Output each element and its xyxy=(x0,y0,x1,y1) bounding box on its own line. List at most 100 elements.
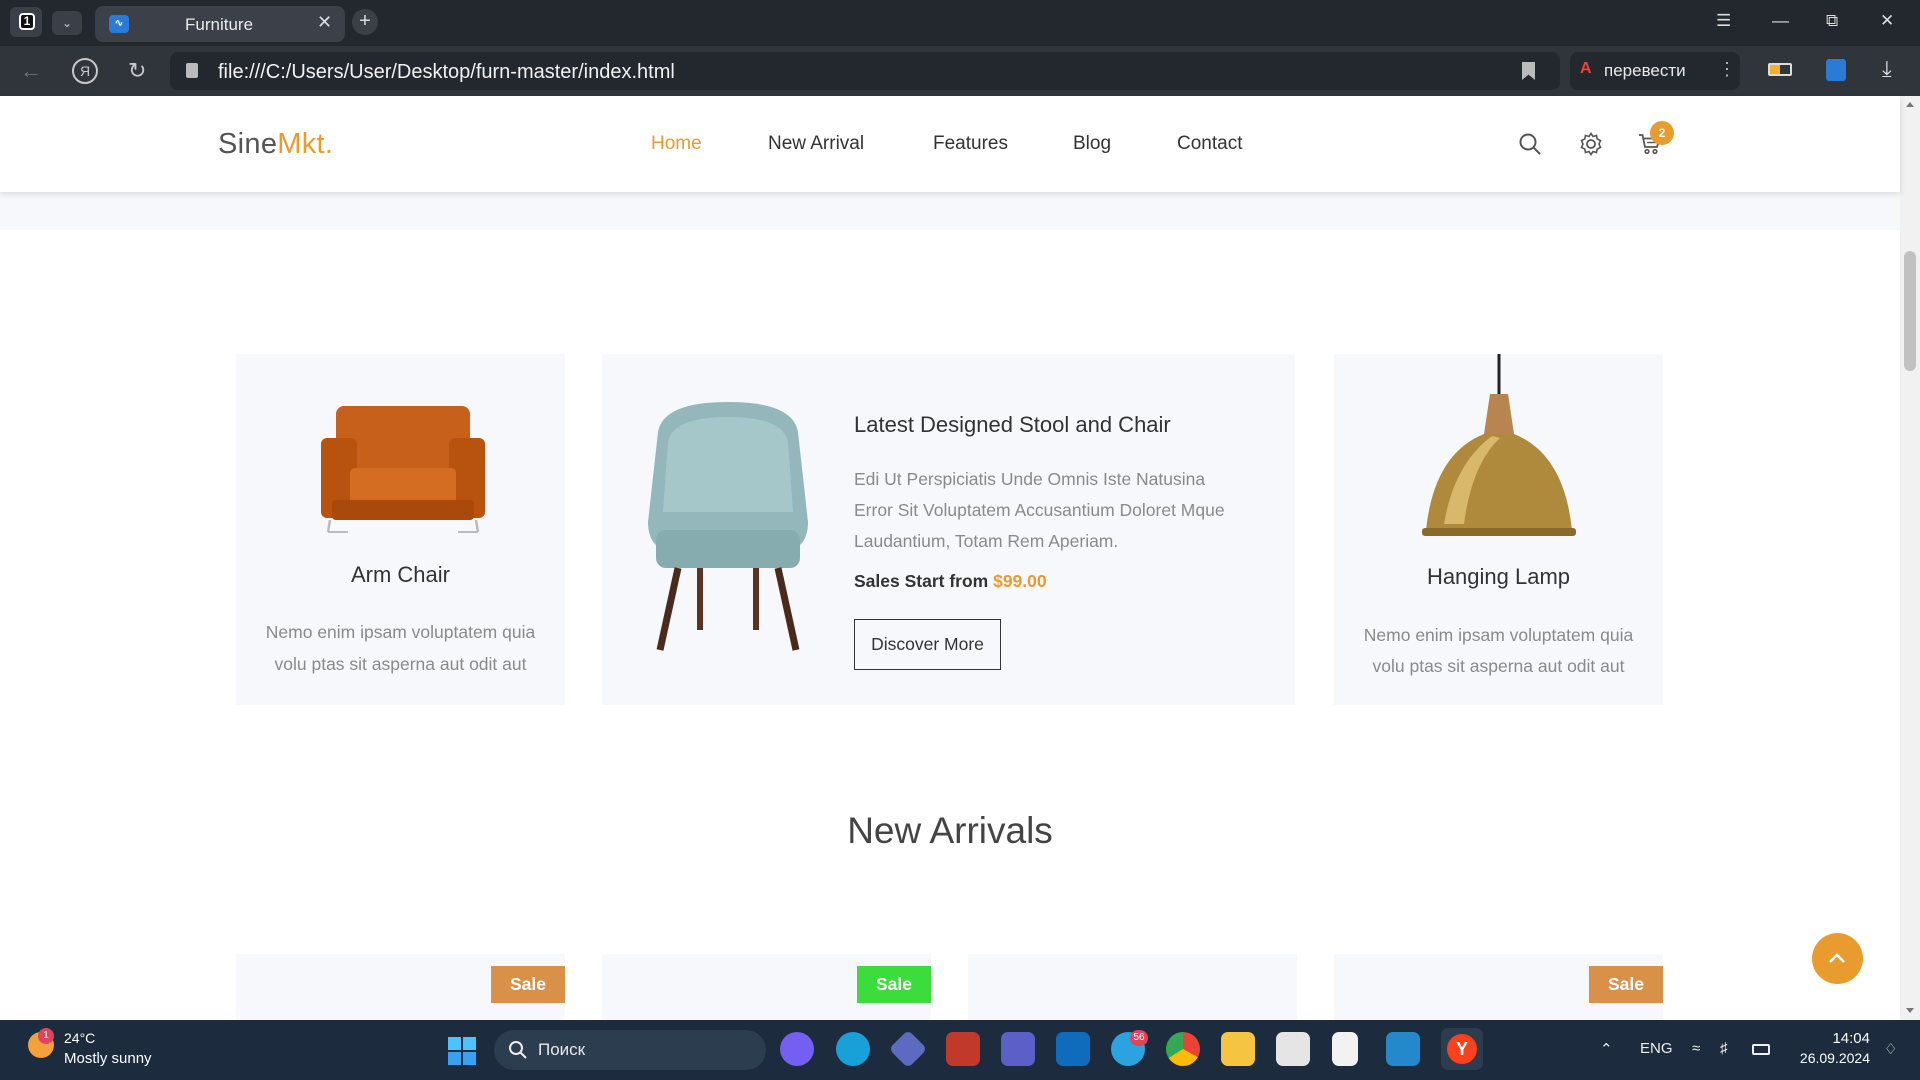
weather-notification-badge: 1 xyxy=(38,1028,54,1044)
feature-card-hanging-lamp: Hanging Lamp Nemo enim ipsam voluptatem … xyxy=(1334,354,1663,705)
arrival-card[interactable] xyxy=(968,954,1297,1020)
arrival-card[interactable]: Sale xyxy=(602,954,931,1020)
page-scrollbar[interactable] xyxy=(1900,96,1920,1020)
reload-icon[interactable]: ↻ xyxy=(128,58,146,84)
wifi-icon[interactable]: ≈ xyxy=(1692,1040,1700,1057)
cart-count-badge: 2 xyxy=(1650,121,1674,145)
description-line: Laudantium, Totam Rem Aperiam. xyxy=(854,531,1119,551)
header-divider-band xyxy=(0,192,1900,230)
url-field[interactable]: file:///C:/Users/User/Desktop/furn-maste… xyxy=(170,52,1560,90)
battery-icon[interactable] xyxy=(1752,1044,1770,1055)
gear-icon[interactable] xyxy=(1579,132,1603,156)
site-header: SineMkt. Home New Arrival Features Blog … xyxy=(0,96,1900,192)
microsoft-store-icon[interactable] xyxy=(1276,1032,1310,1066)
tab-title: Furniture xyxy=(185,15,254,34)
browser-tab-bar: 1 ⌄ ∿ Furniture ✕ + ☰ — ⧉ ✕ xyxy=(0,0,1920,46)
volume-icon[interactable]: ♯ xyxy=(1720,1040,1728,1057)
yandex-icon[interactable]: Я xyxy=(72,58,98,84)
url-text: file:///C:/Users/User/Desktop/furn-maste… xyxy=(218,61,675,83)
section-title-new-arrivals: New Arrivals xyxy=(847,810,1053,851)
arrival-card[interactable]: Sale xyxy=(236,954,565,1020)
search-label: Поиск xyxy=(538,1040,586,1059)
chevron-up-icon[interactable]: ⌃ xyxy=(1600,1040,1613,1058)
translate-icon: A xyxy=(1580,60,1592,77)
outlook-icon[interactable] xyxy=(1056,1032,1090,1066)
close-tab-icon[interactable]: ✕ xyxy=(317,12,332,33)
card-description-line: volu ptas sit asperna aut odit aut xyxy=(274,654,527,674)
price-label: Sales Start from xyxy=(854,571,989,591)
language-indicator[interactable]: ENG xyxy=(1640,1040,1673,1057)
price-line: Sales Start from $99.00 xyxy=(854,571,1047,592)
bookmark-icon[interactable] xyxy=(1522,62,1535,80)
discover-more-button[interactable]: Discover More xyxy=(854,619,1001,670)
logo-accent: Mkt xyxy=(277,128,325,160)
clock-date[interactable]: 26.09.2024 xyxy=(1780,1050,1870,1066)
nav-features[interactable]: Features xyxy=(933,133,1008,155)
extension-icon[interactable] xyxy=(1826,59,1846,81)
hanging-lamp-image xyxy=(1422,354,1576,536)
menu-icon[interactable]: ☰ xyxy=(1716,11,1731,31)
nav-new-arrival[interactable]: New Arrival xyxy=(768,133,864,155)
card-description-line: Nemo enim ipsam voluptatem quia xyxy=(265,622,536,642)
sale-badge: Sale xyxy=(491,966,565,1003)
more-icon[interactable]: ⋮ xyxy=(1718,59,1736,80)
viber-icon[interactable] xyxy=(780,1032,814,1066)
nav-blog[interactable]: Blog xyxy=(1073,133,1111,155)
yandex-browser-taskbar-button[interactable]: Y xyxy=(1441,1028,1483,1070)
address-bar-row: ← Я ↻ file:///C:/Users/User/Desktop/furn… xyxy=(0,46,1920,96)
edge-icon[interactable] xyxy=(836,1032,870,1066)
card-description-line: Nemo enim ipsam voluptatem quia xyxy=(1363,625,1634,645)
telegram-badge: 56 xyxy=(1130,1030,1148,1046)
tab-furniture[interactable]: ∿ Furniture ✕ xyxy=(95,6,345,42)
translate-label: перевести xyxy=(1604,61,1686,80)
vscode-icon[interactable] xyxy=(1386,1032,1420,1066)
logo-dot: . xyxy=(324,128,334,160)
windows-start-icon[interactable] xyxy=(448,1037,476,1065)
feature-description: Edi Ut Perspiciatis Unde Omnis Iste Natu… xyxy=(854,464,1254,557)
translate-button[interactable]: A перевести ⋮ xyxy=(1570,52,1740,90)
window-close-icon[interactable]: ✕ xyxy=(1880,11,1894,31)
downloads-icon[interactable]: ⤓ xyxy=(1882,56,1892,82)
weather-description[interactable]: Mostly sunny xyxy=(64,1050,152,1067)
card-title: Arm Chair xyxy=(350,562,450,587)
winrar-icon[interactable] xyxy=(946,1032,980,1066)
file-explorer-icon[interactable] xyxy=(1221,1032,1255,1066)
arrival-card[interactable]: Sale xyxy=(1334,954,1663,1020)
sale-badge: Sale xyxy=(1589,966,1663,1003)
logo-main: Sine xyxy=(218,128,278,160)
scrollbar-thumb[interactable] xyxy=(1904,251,1916,371)
new-tab-button[interactable]: + xyxy=(352,9,378,35)
weather-temperature[interactable]: 24°C xyxy=(64,1030,95,1046)
search-icon xyxy=(509,1041,527,1059)
site-logo[interactable]: SineMkt. xyxy=(218,128,333,161)
battery-saver-icon[interactable] xyxy=(1768,63,1792,76)
scroll-down-icon[interactable] xyxy=(1906,1008,1914,1013)
clock-time[interactable]: 14:04 xyxy=(1780,1030,1870,1047)
chevron-up-icon xyxy=(1829,953,1845,963)
arm-chair-image xyxy=(321,406,485,533)
notepad-icon[interactable] xyxy=(1332,1032,1358,1066)
taskbar-search[interactable]: Поиск xyxy=(494,1030,766,1070)
git-icon[interactable] xyxy=(888,1029,928,1069)
feature-card-stool-chair: Latest Designed Stool and Chair Edi Ut P… xyxy=(602,354,1295,705)
description-line: Error Sit Voluptatem Accusantium Doloret… xyxy=(854,500,1225,520)
chrome-icon[interactable] xyxy=(1166,1032,1200,1066)
search-icon[interactable] xyxy=(1518,132,1542,156)
scroll-to-top-button[interactable] xyxy=(1812,933,1863,984)
nav-home[interactable]: Home xyxy=(651,133,702,155)
restore-icon[interactable]: ⧉ xyxy=(1826,11,1838,31)
back-icon[interactable]: ← xyxy=(20,58,42,84)
nav-contact[interactable]: Contact xyxy=(1177,133,1242,155)
teams-icon[interactable] xyxy=(1001,1032,1035,1066)
minimize-icon[interactable]: — xyxy=(1772,11,1789,31)
chair-image xyxy=(648,402,808,651)
scroll-up-icon[interactable] xyxy=(1906,102,1914,107)
notification-bell-icon[interactable]: ♢ xyxy=(1884,1040,1897,1058)
tab-count: 1 xyxy=(19,13,35,30)
card-description-line: volu ptas sit asperna aut odit aut xyxy=(1372,656,1625,676)
feature-card-arm-chair: Arm Chair Nemo enim ipsam voluptatem qui… xyxy=(236,354,565,705)
sale-badge: Sale xyxy=(857,966,931,1003)
tab-counter-button[interactable]: 1 xyxy=(10,7,42,37)
card-title: Hanging Lamp xyxy=(1426,564,1571,589)
tab-list-dropdown[interactable]: ⌄ xyxy=(52,11,82,35)
